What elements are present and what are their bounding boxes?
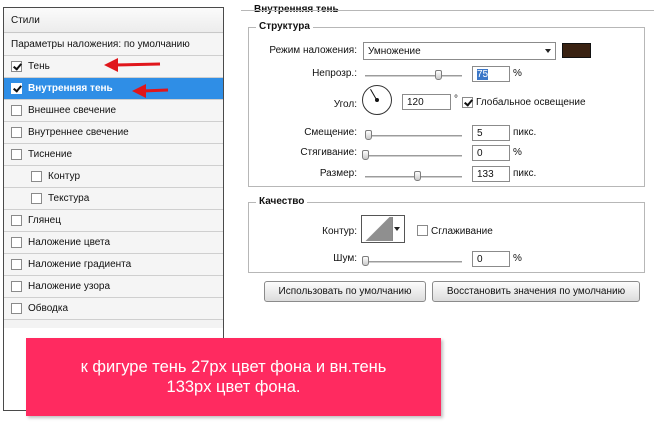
style-item-checkbox[interactable] xyxy=(11,303,22,314)
contour-thumbnail xyxy=(363,217,393,241)
distance-unit: пикс. xyxy=(513,127,537,138)
style-item[interactable]: Наложение градиента xyxy=(4,254,223,276)
angle-dial[interactable] xyxy=(362,85,392,115)
style-item[interactable]: Внешнее свечение xyxy=(4,100,223,122)
style-item-checkbox[interactable] xyxy=(11,61,22,72)
contour-picker[interactable] xyxy=(361,215,405,243)
annotation-arrows xyxy=(104,58,169,98)
size-value: 133 xyxy=(477,169,494,180)
choke-label: Стягивание: xyxy=(300,147,357,158)
opacity-slider-thumb[interactable] xyxy=(434,70,442,80)
style-item-label: Контур xyxy=(48,171,81,182)
reset-default-button[interactable]: Восстановить значения по умолчанию xyxy=(432,281,640,302)
structure-legend: Структура xyxy=(256,21,313,32)
style-item-label: Глянец xyxy=(28,215,61,226)
global-light-label: Глобальное освещение xyxy=(476,97,586,108)
style-item-checkbox[interactable] xyxy=(31,193,42,204)
opacity-input[interactable]: 75 xyxy=(472,66,510,82)
styles-header[interactable]: Стили xyxy=(4,8,223,33)
annotation-arrow-drop-shadow xyxy=(104,58,161,72)
annotation-arrow-inner-shadow xyxy=(132,84,169,98)
angle-input[interactable]: 120 xyxy=(402,94,451,110)
style-item-label: Внешнее свечение xyxy=(28,105,117,116)
choke-slider-thumb[interactable] xyxy=(362,150,369,160)
style-item-checkbox[interactable] xyxy=(31,171,42,182)
distance-slider-thumb[interactable] xyxy=(364,130,372,140)
noise-slider-thumb[interactable] xyxy=(362,256,369,266)
angle-label: Угол: xyxy=(333,99,357,110)
chevron-down-icon xyxy=(545,49,551,53)
style-item[interactable]: Глянец xyxy=(4,210,223,232)
opacity-slider[interactable] xyxy=(365,70,462,80)
style-item-label: Наложение градиента xyxy=(28,259,132,270)
style-item-checkbox[interactable] xyxy=(11,127,22,138)
annotation-line-1: к фигуре тень 27px цвет фона и вн.тень xyxy=(80,358,387,376)
distance-value: 5 xyxy=(477,128,483,139)
distance-label: Смещение: xyxy=(304,127,357,138)
style-item-checkbox[interactable] xyxy=(11,83,22,94)
global-light-checkbox[interactable] xyxy=(462,97,473,108)
noise-unit: % xyxy=(513,253,522,264)
make-default-button[interactable]: Использовать по умолчанию xyxy=(264,281,426,302)
chevron-down-icon xyxy=(394,227,400,231)
angle-value: 120 xyxy=(407,97,424,108)
style-item[interactable]: Тиснение xyxy=(4,144,223,166)
size-slider-thumb[interactable] xyxy=(413,171,421,181)
noise-label: Шум: xyxy=(333,253,357,264)
choke-unit: % xyxy=(513,147,522,158)
blend-mode-select[interactable]: Умножение xyxy=(363,42,556,60)
choke-value: 0 xyxy=(477,148,483,159)
distance-input[interactable]: 5 xyxy=(472,125,510,141)
style-item-label: Наложение цвета xyxy=(28,237,111,248)
style-item[interactable]: Обводка xyxy=(4,298,223,320)
style-item[interactable]: Текстура xyxy=(4,188,223,210)
contour-label: Контур: xyxy=(322,226,357,237)
style-item-label: Обводка xyxy=(28,303,69,314)
style-item-label: Наложение узора xyxy=(28,281,111,292)
size-label: Размер: xyxy=(319,168,357,179)
style-item-checkbox[interactable] xyxy=(11,237,22,248)
noise-input[interactable]: 0 xyxy=(472,251,510,267)
size-slider[interactable] xyxy=(365,171,462,181)
style-item-label: Тиснение xyxy=(28,149,73,160)
quality-legend: Качество xyxy=(256,196,308,207)
opacity-label: Непрозр.: xyxy=(312,68,357,79)
style-item-label: Текстура xyxy=(48,193,90,204)
style-item-label: Тень xyxy=(28,61,50,72)
blending-options-default[interactable]: Параметры наложения: по умолчанию xyxy=(4,34,223,56)
style-item[interactable]: Контур xyxy=(4,166,223,188)
size-input[interactable]: 133 xyxy=(472,166,510,182)
blend-mode-value: Умножение xyxy=(368,45,421,57)
choke-input[interactable]: 0 xyxy=(472,145,510,161)
annotation-line-2: 133px цвет фона. xyxy=(166,378,301,396)
antialias-checkbox[interactable] xyxy=(417,225,428,236)
opacity-unit: % xyxy=(513,68,522,79)
style-item-checkbox[interactable] xyxy=(11,105,22,116)
style-item[interactable]: Наложение узора xyxy=(4,276,223,298)
style-item-checkbox[interactable] xyxy=(11,149,22,160)
annotation-banner: к фигуре тень 27px цвет фона и вн.тень 1… xyxy=(26,338,441,416)
blend-mode-label: Режим наложения: xyxy=(269,45,357,56)
section-divider xyxy=(241,10,654,11)
style-item-label: Внутреннее свечение xyxy=(28,127,129,138)
distance-slider[interactable] xyxy=(364,130,462,140)
angle-dial-center xyxy=(375,98,379,102)
style-item-checkbox[interactable] xyxy=(11,259,22,270)
style-item[interactable]: Внутреннее свечение xyxy=(4,122,223,144)
style-item-checkbox[interactable] xyxy=(11,281,22,292)
size-unit: пикс. xyxy=(513,168,537,179)
opacity-value: 75 xyxy=(477,69,489,80)
antialias-label: Сглаживание xyxy=(431,226,493,237)
noise-value: 0 xyxy=(477,254,483,265)
style-item[interactable]: Наложение цвета xyxy=(4,232,223,254)
angle-unit: ° xyxy=(454,94,458,105)
choke-slider[interactable] xyxy=(362,150,462,160)
blending-options-label: Параметры наложения: по умолчанию xyxy=(11,39,190,50)
shadow-color-swatch[interactable] xyxy=(562,43,591,58)
noise-slider[interactable] xyxy=(362,256,462,266)
style-item-checkbox[interactable] xyxy=(11,215,22,226)
